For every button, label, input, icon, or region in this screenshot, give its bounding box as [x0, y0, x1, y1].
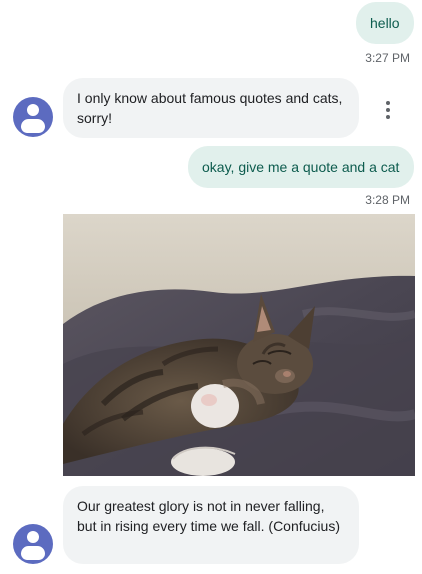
- bot-message-text: I only know about famous quotes and cats…: [77, 90, 343, 126]
- bot-avatar-icon: [13, 97, 53, 137]
- bot-avatar-icon: [13, 524, 53, 564]
- bot-message-text: Our greatest glory is not in never falli…: [77, 498, 340, 534]
- message-timestamp: 3:27 PM: [365, 51, 410, 65]
- bot-message-bubble: Our greatest glory is not in never falli…: [63, 486, 359, 564]
- user-message-bubble: hello: [356, 2, 414, 44]
- message-timestamp: 3:28 PM: [365, 193, 410, 207]
- user-message-text: hello: [370, 15, 400, 31]
- cat-image[interactable]: [63, 214, 415, 476]
- more-options-icon[interactable]: [378, 99, 398, 121]
- user-message-bubble: okay, give me a quote and a cat: [188, 146, 414, 188]
- chat-window: hello 3:27 PM I only know about famous q…: [0, 0, 422, 574]
- bot-message-bubble: I only know about famous quotes and cats…: [63, 78, 359, 138]
- user-message-text: okay, give me a quote and a cat: [202, 159, 400, 175]
